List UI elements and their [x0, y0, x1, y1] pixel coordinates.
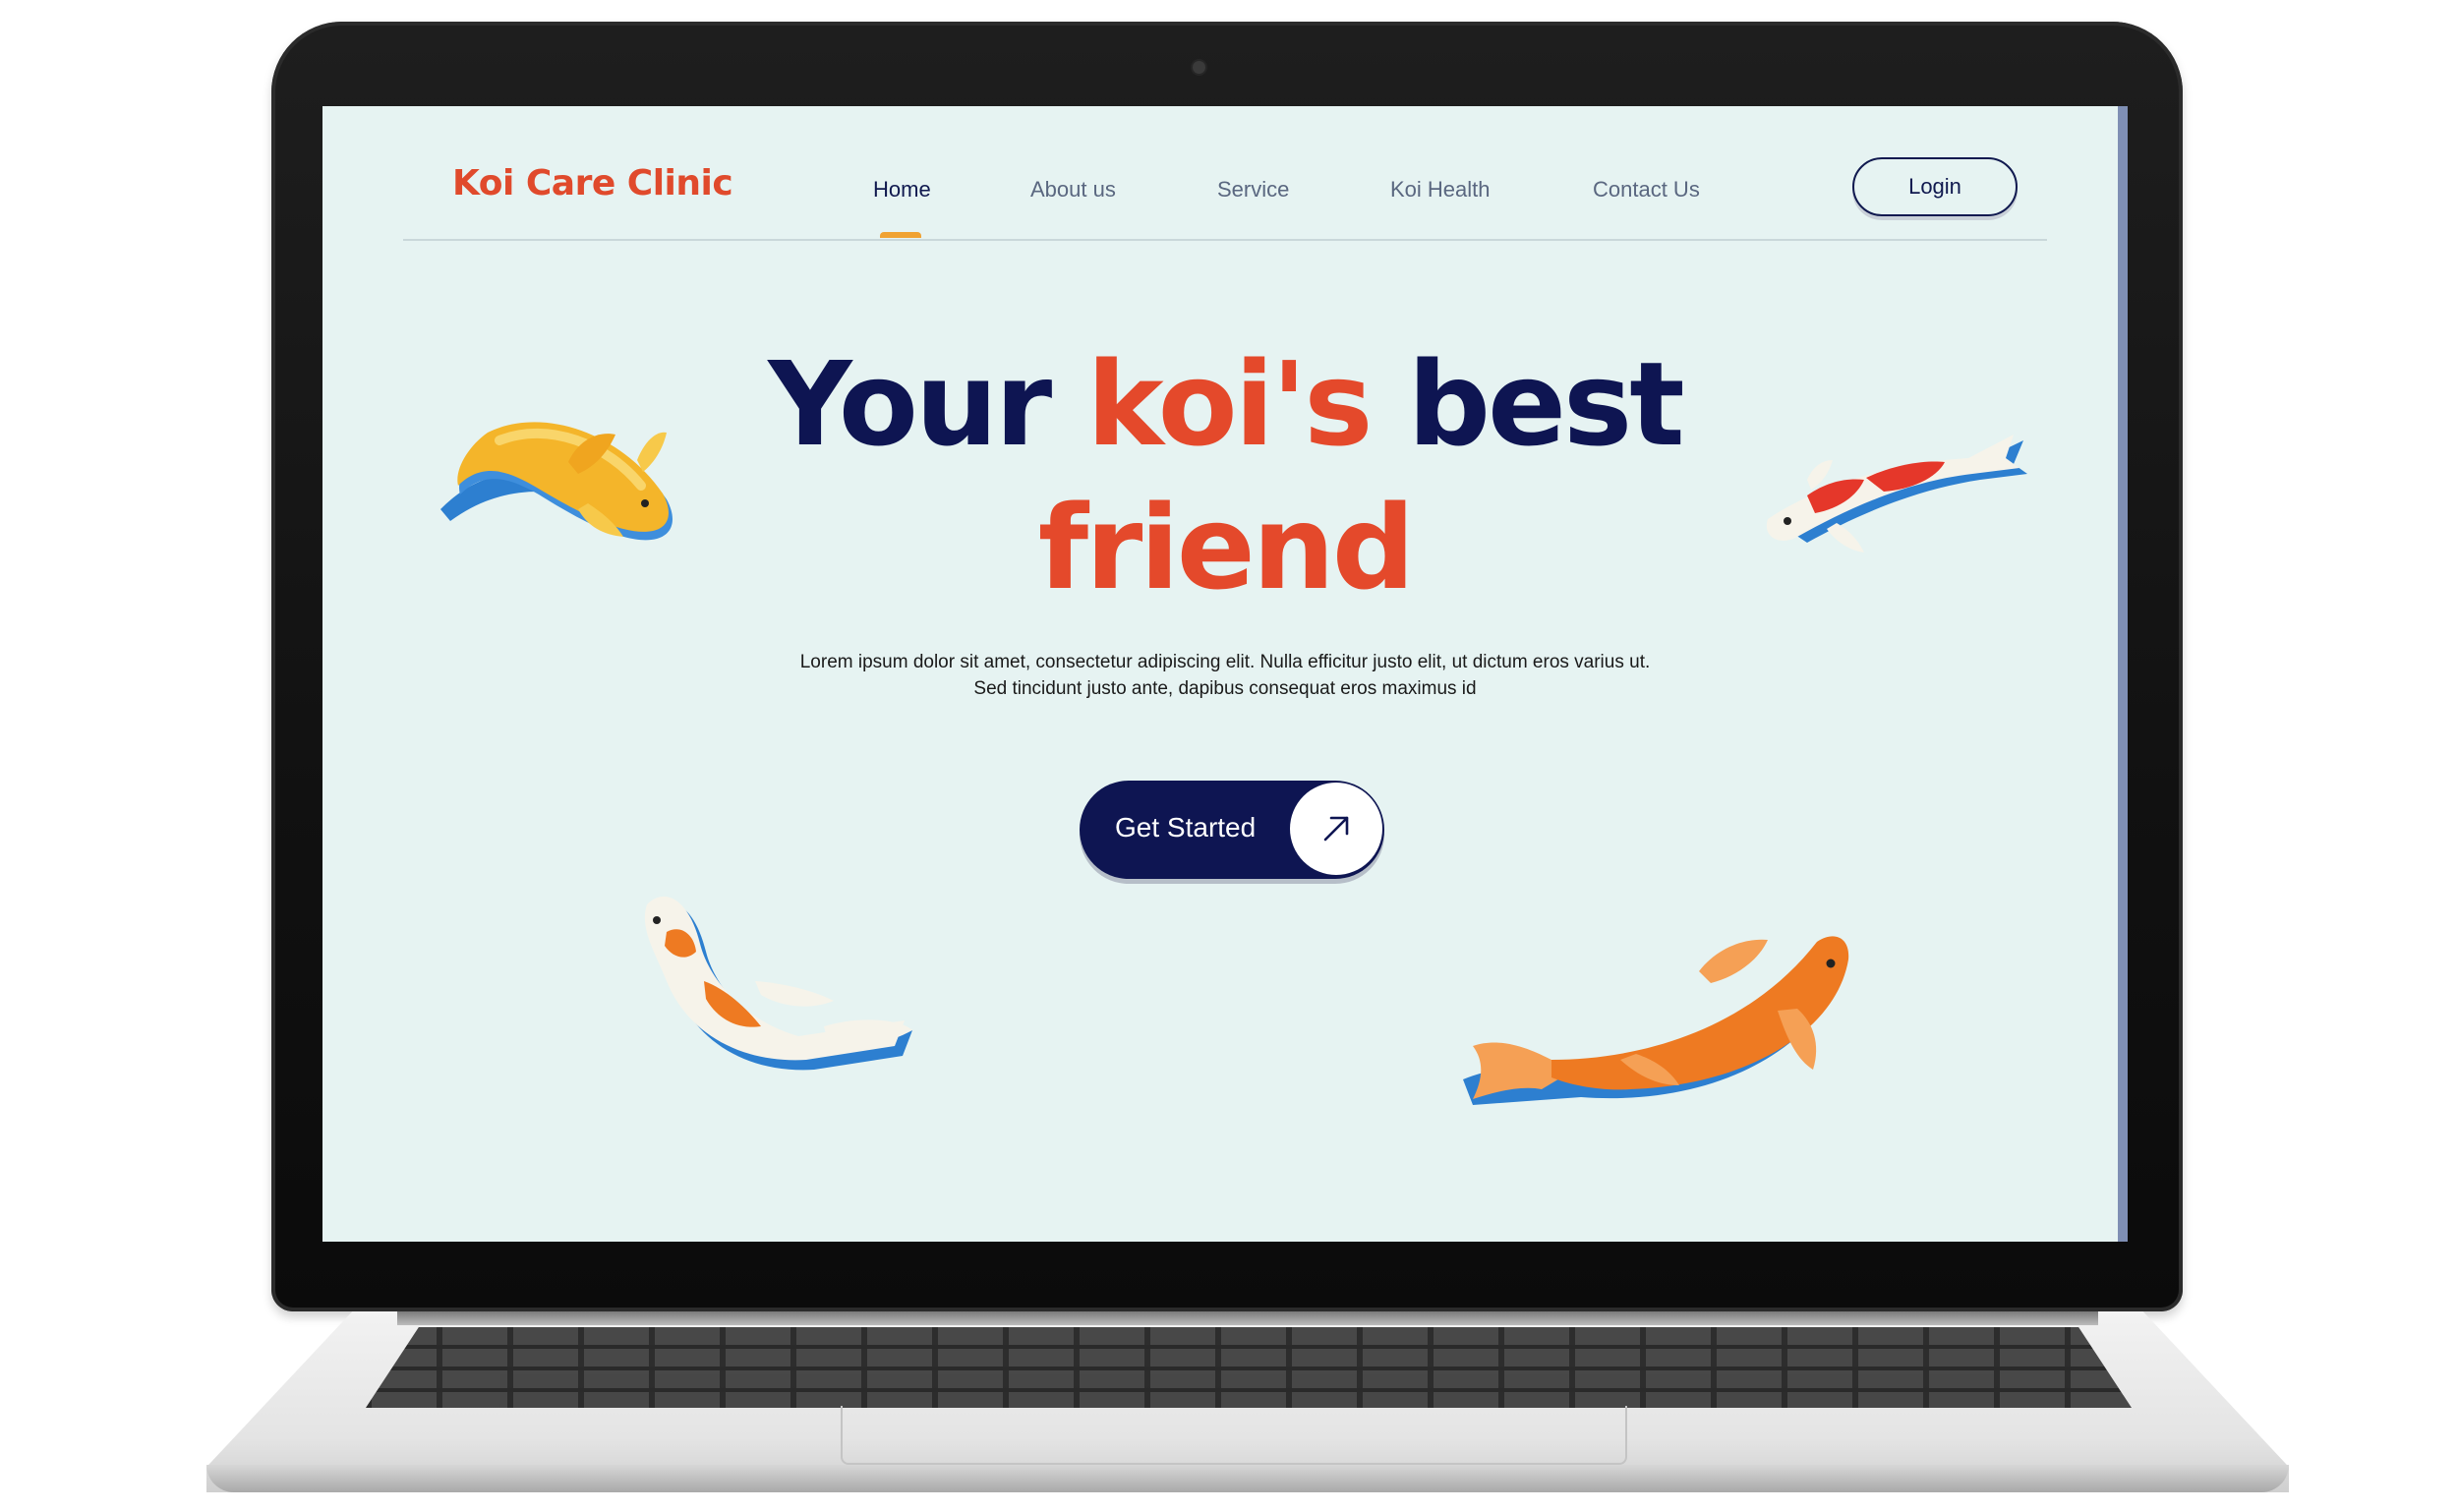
arrow-up-right-icon: [1290, 783, 1382, 875]
yellow-koi-icon: [440, 422, 673, 541]
laptop-base-rim: [206, 1465, 2289, 1492]
hero-title-best: best: [1407, 336, 1685, 472]
hero-title-kois: koi's: [1086, 336, 1373, 472]
hero-description-line-2: Sed tincidunt justo ante, dapibus conseq…: [973, 678, 1477, 699]
login-button[interactable]: Login: [1852, 157, 2018, 216]
nav-about-us[interactable]: About us: [1030, 177, 1116, 203]
webcam: [1193, 61, 1205, 74]
get-started-button[interactable]: Get Started: [1080, 781, 1384, 879]
hero-title-friend: friend: [1037, 480, 1415, 615]
nav-divider: [403, 239, 2047, 241]
hero-description: Lorem ipsum dolor sit amet, consectetur …: [733, 649, 1717, 702]
site-logo[interactable]: Koi Care Clinic: [452, 163, 733, 204]
red-white-koi-icon: [1766, 435, 2027, 552]
hero-title-your: Your: [768, 336, 1052, 472]
nav-koi-health[interactable]: Koi Health: [1390, 177, 1491, 203]
laptop-hinge: [397, 1311, 2098, 1325]
laptop-keyboard: [366, 1327, 2132, 1408]
nav-contact-us[interactable]: Contact Us: [1593, 177, 1700, 203]
orange-white-koi-icon: [644, 896, 912, 1071]
nav-home[interactable]: Home: [873, 177, 931, 203]
get-started-label: Get Started: [1115, 812, 1257, 843]
nav-active-indicator: [880, 232, 921, 238]
hero-description-line-1: Lorem ipsum dolor sit amet, consectetur …: [799, 652, 1651, 672]
nav-service[interactable]: Service: [1217, 177, 1289, 203]
website-screen: Koi Care Clinic Home About us Service Ko…: [322, 106, 2128, 1242]
orange-koi-icon: [1463, 936, 1849, 1105]
laptop-trackpad: [841, 1406, 1627, 1465]
